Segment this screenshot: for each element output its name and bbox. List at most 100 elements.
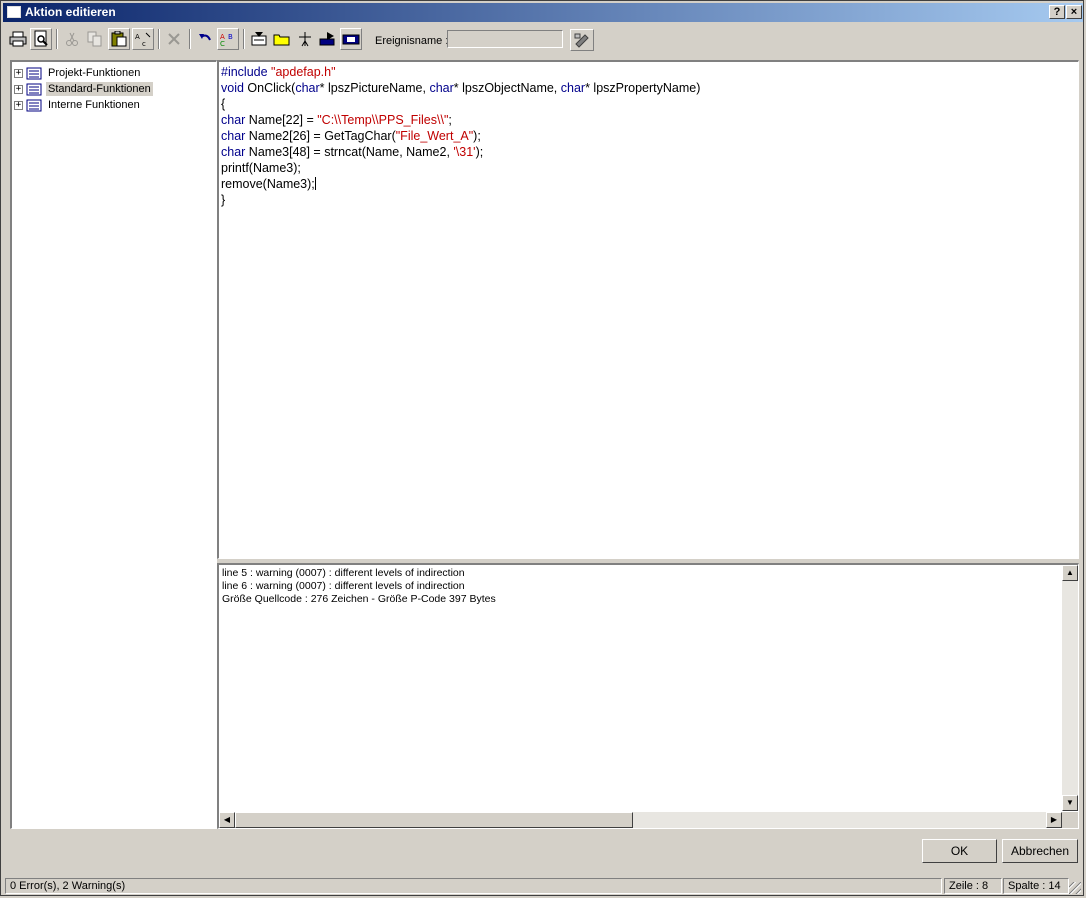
code-line[interactable]: void OnClick(char* lpszPictureName, char… <box>221 80 700 96</box>
info-icon[interactable] <box>340 28 362 50</box>
print-preview-icon[interactable] <box>30 28 52 50</box>
title-bar[interactable]: Aktion editieren ? × <box>3 3 1083 22</box>
code-token: ); <box>473 129 481 143</box>
expand-icon[interactable]: + <box>14 68 23 78</box>
tree-item-standard-funktionen[interactable]: + Standard-Funktionen <box>14 81 153 97</box>
toolbar: Ac ABC Ereignisname : <box>3 25 1083 55</box>
code-token: printf(Name3); <box>221 161 301 175</box>
code-token: '\31' <box>453 145 476 159</box>
open-icon[interactable] <box>271 28 293 50</box>
code-token: char <box>221 113 246 127</box>
toolbar-separator <box>189 29 191 49</box>
output-lines: line 5 : warning (0007) : different leve… <box>222 567 496 606</box>
ok-button[interactable]: OK <box>922 839 997 863</box>
code-line[interactable]: char Name2[26] = GetTagChar("File_Wert_A… <box>221 128 700 144</box>
code-token: * lpszPictureName, <box>319 81 430 95</box>
code-token: char <box>221 145 246 159</box>
spell-icon[interactable]: ABC <box>217 28 239 50</box>
code-token: char <box>560 81 586 95</box>
close-button[interactable]: × <box>1066 5 1082 19</box>
code-token: "apdefap.h" <box>271 65 336 79</box>
horizontal-scrollbar[interactable]: ◀ ▶ <box>219 812 1062 828</box>
scroll-down-icon[interactable]: ▼ <box>1062 795 1078 811</box>
text-cursor <box>314 177 316 190</box>
event-name-label: Ereignisname : <box>375 35 449 47</box>
code-token: void <box>221 81 244 95</box>
code-token: Name3[48] = strncat(Name, Name2, <box>245 145 454 159</box>
tree-item-interne-funktionen[interactable]: + Interne Funktionen <box>14 97 142 113</box>
window-title: Aktion editieren <box>25 5 116 19</box>
code-token: OnClick( <box>243 81 296 95</box>
export-icon[interactable] <box>317 28 339 50</box>
code-token: ); <box>475 145 484 159</box>
vertical-scrollbar[interactable]: ▲ ▼ <box>1062 565 1078 811</box>
code-line[interactable]: char Name3[48] = strncat(Name, Name2, '\… <box>221 144 700 160</box>
toolbar-separator <box>158 29 160 49</box>
code-token: Name2[26] = GetTagChar( <box>245 129 396 143</box>
delete-icon[interactable] <box>163 28 185 50</box>
function-tree[interactable]: + Projekt-Funktionen + Standard-Funktion… <box>10 60 217 829</box>
code-line[interactable]: char Name[22] = "C:\\Temp\\PPS_Files\\"; <box>221 112 700 128</box>
status-messages: 0 Error(s), 2 Warning(s) <box>5 878 942 894</box>
resize-grip-icon[interactable] <box>1069 882 1081 894</box>
code-text[interactable]: #include "apdefap.h" void OnClick(char* l… <box>221 64 700 208</box>
help-button[interactable]: ? <box>1049 5 1065 19</box>
scroll-right-icon[interactable]: ▶ <box>1046 812 1062 828</box>
cut-icon[interactable] <box>61 28 83 50</box>
code-line[interactable]: printf(Name3); <box>221 160 700 176</box>
expand-icon[interactable]: + <box>14 84 23 94</box>
copy-icon[interactable] <box>84 28 106 50</box>
status-line: Zeile : 8 <box>944 878 1002 894</box>
code-token: * lpszObjectName, <box>453 81 561 95</box>
code-line[interactable]: remove(Name3); <box>221 176 700 192</box>
svg-text:A: A <box>135 33 140 41</box>
status-bar: 0 Error(s), 2 Warning(s) Zeile : 8 Spalt… <box>3 877 1083 895</box>
code-token: char <box>221 129 246 143</box>
code-token: { <box>221 97 226 111</box>
toolbar-separator <box>56 29 58 49</box>
function-library-icon <box>26 99 42 111</box>
code-editor[interactable]: #include "apdefap.h" void OnClick(char* l… <box>217 60 1079 559</box>
code-line[interactable]: } <box>221 192 700 208</box>
window-icon <box>7 6 21 18</box>
dialog-window: Aktion editieren ? × Ac A B C Ereignisna… <box>0 0 1084 896</box>
code-line[interactable]: { <box>221 96 700 112</box>
function-library-icon <box>26 83 42 95</box>
svg-text:B: B <box>228 33 233 41</box>
import-icon[interactable] <box>248 28 270 50</box>
tree-item-label: Interne Funktionen <box>48 99 140 111</box>
code-token: char <box>295 81 320 95</box>
code-token: char <box>429 81 454 95</box>
output-line: line 6 : warning (0007) : different leve… <box>222 580 465 592</box>
tree-item-label: Projekt-Funktionen <box>48 67 141 79</box>
scroll-left-icon[interactable]: ◀ <box>219 812 235 828</box>
toolbar-separator <box>243 29 245 49</box>
code-line[interactable]: #include "apdefap.h" <box>221 64 700 80</box>
tree-item-projekt-funktionen[interactable]: + Projekt-Funktionen <box>14 65 142 81</box>
horizontal-scroll-thumb[interactable] <box>235 812 633 828</box>
svg-text:c: c <box>142 40 146 47</box>
expand-icon[interactable]: + <box>14 100 23 110</box>
tree-item-label: Standard-Funktionen <box>46 82 153 96</box>
event-name-button[interactable] <box>570 29 594 51</box>
compiler-output[interactable]: line 5 : warning (0007) : different leve… <box>217 563 1079 829</box>
replace-icon[interactable]: Ac <box>132 28 154 50</box>
print-icon[interactable] <box>7 28 29 50</box>
undo-icon[interactable] <box>194 28 216 50</box>
svg-text:C: C <box>220 40 225 47</box>
cancel-button[interactable]: Abbrechen <box>1002 839 1078 863</box>
paste-icon[interactable] <box>108 28 130 50</box>
code-token: ; <box>448 113 452 127</box>
event-name-field[interactable] <box>447 30 563 48</box>
code-token: * lpszPropertyName) <box>585 81 701 95</box>
code-token: remove(Name3); <box>221 177 315 191</box>
scroll-up-icon[interactable]: ▲ <box>1062 565 1078 581</box>
compile-icon[interactable] <box>294 28 316 50</box>
code-token: Name[22] = <box>245 113 318 127</box>
code-token: #include <box>221 65 272 79</box>
status-column: Spalte : 14 <box>1003 878 1069 894</box>
code-token: "C:\\Temp\\PPS_Files\\" <box>317 113 449 127</box>
code-token: } <box>221 193 226 207</box>
scrollbar-corner <box>1062 812 1078 828</box>
output-line: Größe Quellcode : 276 Zeichen - Größe P-… <box>222 593 496 605</box>
